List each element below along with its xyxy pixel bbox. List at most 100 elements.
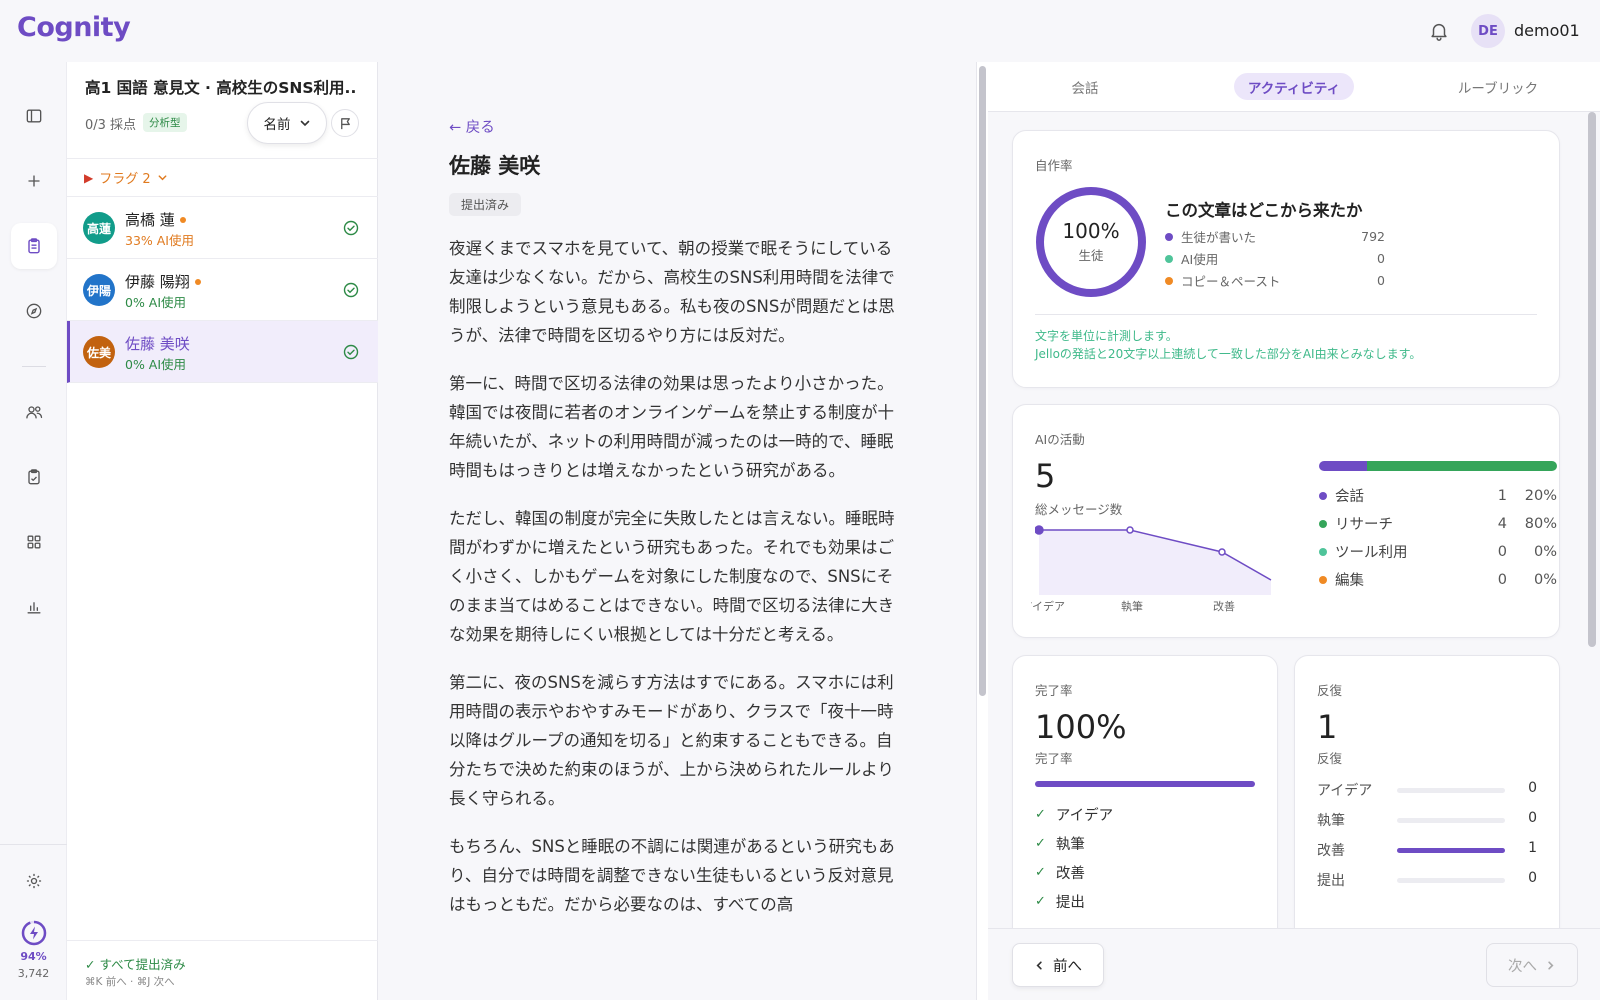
- essay-scrollbar[interactable]: [976, 62, 988, 1000]
- sparkline-point: [1035, 525, 1044, 535]
- flag-icon: [340, 117, 350, 129]
- activity-label: ツール利用: [1335, 545, 1408, 561]
- tab-conversation[interactable]: 会話: [1050, 73, 1120, 100]
- sort-dropdown[interactable]: 名前: [247, 102, 327, 144]
- next-button[interactable]: 次へ: [1486, 943, 1578, 987]
- check-icon: ✓: [1035, 865, 1046, 880]
- assignment-title: 高1 国語 意見文 · 高校生のSNS利用...: [85, 79, 355, 97]
- student-row[interactable]: 高蓮 高橋 蓮 33% AI使用: [67, 197, 378, 259]
- review-clipboard-icon[interactable]: [11, 454, 57, 500]
- origin-value: 792: [1361, 229, 1385, 244]
- rail-bottom-divider: [0, 844, 67, 845]
- student-row[interactable]: 伊陽 伊藤 陽翔 0% AI使用: [67, 259, 378, 321]
- tab-activity[interactable]: アクティビティ: [1234, 73, 1354, 100]
- legend-dot: [1165, 254, 1173, 263]
- origin-row-student: 生徒が書いた 792: [1165, 227, 1385, 246]
- legend-dot: [1165, 232, 1173, 241]
- sparkline-area: [1039, 530, 1271, 595]
- completion-sub-label: 完了率: [1035, 751, 1073, 766]
- flag-group-toggle[interactable]: ▶ フラグ 2: [84, 168, 168, 187]
- avatar: 佐美: [83, 336, 115, 368]
- authorship-card: 自作率 100% 生徒 この文章はどこから来たか 生徒が書いた 792 AI使用…: [1012, 130, 1560, 388]
- total-messages-label: 総メッセージ数: [1035, 502, 1123, 517]
- ai-detection-note: Jelloの発話と20文字以上連続して一致した部分をAI由来とみなします。: [1035, 347, 1422, 361]
- credit-count: 3,742: [17, 967, 50, 980]
- grid-icon[interactable]: [11, 519, 57, 565]
- activity-row-edit: 編集 0 0%: [1319, 569, 1557, 590]
- activity-bar-segment: [1366, 461, 1557, 471]
- bar-chart-icon[interactable]: [11, 584, 57, 630]
- iteration-card: 反復 1 反復 アイデア 0 執筆 0 改善 1 提出 0: [1294, 655, 1560, 945]
- rubric-type-badge: 分析型: [143, 113, 187, 132]
- total-messages-count: 5: [1035, 457, 1056, 495]
- chevron-right-icon: [1548, 960, 1554, 970]
- bell-icon[interactable]: [1428, 20, 1450, 42]
- user-name[interactable]: demo01: [1514, 21, 1580, 40]
- ai-activity-card: AIの活動 5 総メッセージ数 アイデア 執筆 改善 会話 1 20% リサーチ…: [1012, 404, 1560, 638]
- essay-paragraph: ただし、韓国の制度が完全に失敗したとは言えない。睡眠時間がわずかに増えたという研…: [449, 509, 895, 644]
- check-icon: ✓: [1035, 807, 1046, 822]
- compass-icon[interactable]: [11, 288, 57, 334]
- student-name: 高橋 蓮: [125, 209, 186, 230]
- activity-percent: 20%: [1524, 487, 1557, 504]
- list-footer-divider: [67, 940, 378, 941]
- activity-percent: 0%: [1533, 571, 1557, 588]
- plus-icon[interactable]: [11, 158, 57, 204]
- insights-tabs: 会話 アクティビティ ルーブリック: [988, 62, 1600, 112]
- flag-group-label: フラグ 2: [99, 172, 151, 187]
- avatar: 伊陽: [83, 274, 115, 306]
- app-logo[interactable]: Cognity: [17, 12, 131, 43]
- activity-bar-segment: [1319, 461, 1367, 471]
- essay-paragraph: もちろん、SNSと睡眠の不調には関連があるという研究もあり、自分では時間を調整で…: [449, 837, 895, 914]
- avatar: 高蓮: [83, 212, 115, 244]
- completion-step: ✓ 改善: [1035, 865, 1085, 882]
- activity-row-research: リサーチ 4 80%: [1319, 513, 1557, 534]
- score-progress: 0/3 採点: [85, 118, 137, 133]
- check-icon: ✓: [1035, 894, 1046, 909]
- completion-progress-bar: [1035, 781, 1255, 787]
- iteration-track: [1397, 788, 1505, 793]
- insights-scrollbar[interactable]: [1588, 112, 1596, 647]
- sidebar-toggle-icon[interactable]: [11, 93, 57, 139]
- all-submitted-status: ✓ すべて提出済み: [85, 957, 186, 972]
- card-divider: [1035, 314, 1537, 315]
- legend-dot: [1165, 276, 1173, 285]
- student-row-selected[interactable]: 佐美 佐藤 美咲 0% AI使用: [67, 321, 378, 383]
- origin-value: 0: [1377, 251, 1385, 266]
- credit-bolt-icon[interactable]: [21, 920, 47, 946]
- sparkline-point: [1126, 526, 1134, 534]
- tab-rubric[interactable]: ルーブリック: [1448, 73, 1548, 100]
- iteration-track: [1397, 878, 1505, 883]
- student-navigation: 前へ 次へ: [988, 928, 1600, 1000]
- essay-paragraph: 第二に、夜のSNSを減らす方法はすでにある。スマホには利用時間の表示やおやすみモ…: [449, 673, 894, 808]
- user-avatar[interactable]: DE: [1471, 14, 1505, 48]
- iteration-track: [1397, 848, 1505, 853]
- legend-dot: [1319, 519, 1327, 528]
- users-icon[interactable]: [11, 389, 57, 435]
- rail-divider: [22, 366, 46, 367]
- keyboard-shortcut-hint: ⌘K 前へ · ⌘J 次へ: [85, 976, 175, 988]
- essay-paragraph: 第一に、時間で区切る法律の効果は思ったより小さかった。韓国では夜間に若者のオンラ…: [449, 374, 895, 480]
- authorship-label: 自作率: [1035, 158, 1073, 173]
- assignments-clipboard-icon[interactable]: [11, 223, 57, 269]
- check-circle-icon: [343, 282, 359, 298]
- completion-value: 100%: [1035, 708, 1127, 746]
- essay-panel: ← 戻る 佐藤 美咲 提出済み 夜遅くまでスマホを見ていて、朝の授業で眠そうにし…: [378, 62, 976, 1000]
- settings-gear-icon[interactable]: [11, 858, 57, 904]
- legend-dot: [1319, 491, 1327, 500]
- flag-filter-button[interactable]: [331, 109, 359, 137]
- previous-button[interactable]: 前へ: [1012, 943, 1104, 987]
- back-link[interactable]: ← 戻る: [449, 116, 495, 137]
- activity-count: 0: [1497, 571, 1507, 588]
- text-origin-title: この文章はどこから来たか: [1165, 201, 1363, 220]
- unread-dot: [179, 216, 186, 223]
- iteration-fill: [1397, 848, 1505, 853]
- ai-activity-label: AIの活動: [1035, 432, 1085, 447]
- chevron-left-icon: [1036, 960, 1042, 970]
- icon-rail: 94% 3,742: [0, 62, 67, 1000]
- activity-row-tools: ツール利用 0 0%: [1319, 541, 1557, 562]
- essay-scrollbar-thumb[interactable]: [979, 66, 986, 696]
- credit-percent: 94%: [20, 950, 47, 963]
- completion-card: 完了率 100% 完了率 ✓ アイデア ✓ 執筆 ✓ 改善 ✓ 提出: [1012, 655, 1278, 945]
- sort-label: 名前: [263, 117, 291, 133]
